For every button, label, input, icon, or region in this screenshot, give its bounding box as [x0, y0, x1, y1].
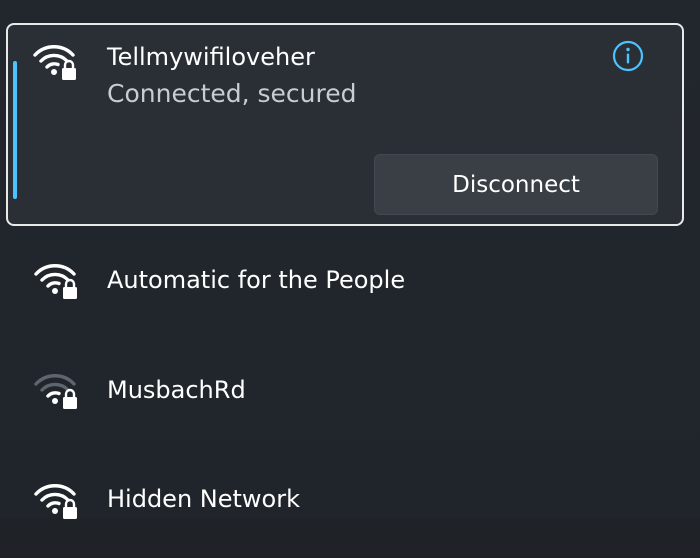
wifi-secured-full-icon [33, 260, 79, 300]
selection-indicator [13, 61, 17, 199]
network-item[interactable]: Hidden Network [0, 458, 700, 558]
wifi-secured-full-icon [33, 480, 79, 520]
info-icon[interactable] [612, 40, 644, 72]
wifi-secured-weak-icon [33, 370, 79, 410]
wifi-secured-full-icon [32, 41, 78, 81]
network-item[interactable]: MusbachRd [0, 348, 700, 448]
network-name: MusbachRd [107, 376, 246, 404]
disconnect-button[interactable]: Disconnect [374, 154, 658, 215]
connected-network-card[interactable]: Tellmywifiloveher Connected, secured Dis… [6, 23, 684, 226]
wifi-network-list: Tellmywifiloveher Connected, secured Dis… [0, 0, 700, 519]
connected-network-name: Tellmywifiloveher [107, 43, 315, 71]
network-name: Hidden Network [107, 485, 300, 513]
network-name: Automatic for the People [107, 266, 406, 294]
connection-status: Connected, secured [107, 79, 357, 108]
network-item[interactable]: Automatic for the People [0, 238, 700, 338]
